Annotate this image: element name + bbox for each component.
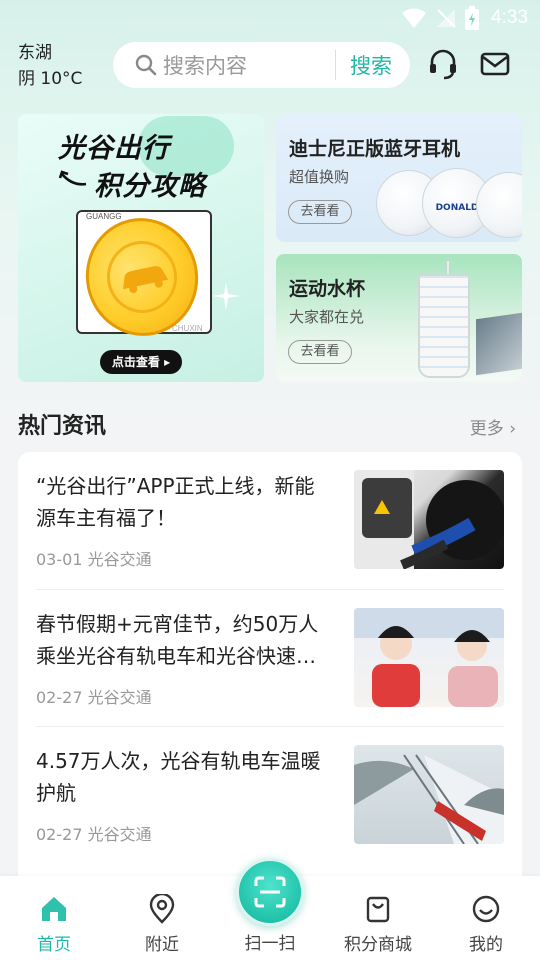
news-meta: 03-01 光谷交通 — [36, 550, 152, 569]
wifi-icon — [402, 8, 427, 28]
news-thumbnail-ev-charging — [354, 470, 504, 569]
scan-button[interactable] — [236, 858, 304, 926]
search-button[interactable]: 搜索 — [336, 50, 410, 80]
scan-label[interactable]: 扫一扫 — [226, 929, 314, 954]
nav-label: 积分商城 — [344, 935, 412, 955]
promo-title: 运动水杯 — [289, 278, 366, 300]
smile-icon — [472, 895, 500, 923]
nav-item-mine[interactable]: 我的 — [441, 894, 531, 955]
view-details-button[interactable]: 点击查看 ▸ — [100, 350, 182, 374]
nav-label: 我的 — [469, 935, 503, 955]
scan-icon — [254, 876, 286, 908]
arrow-icon — [58, 170, 87, 186]
news-title: 春节假期+元宵佳节，约50万人乘坐光谷有轨电车和光谷快速公交 — [36, 612, 319, 668]
points-guide-banner[interactable]: 光谷出行 积分攻略 GUANGG CHUXIN 点击查看 ▸ — [18, 114, 264, 382]
promo-title: 迪士尼正版蓝牙耳机 — [289, 138, 461, 160]
promo-go-button[interactable]: 去看看 — [288, 340, 352, 364]
nav-label: 附近 — [145, 935, 179, 955]
news-item[interactable]: 4.57万人次，光谷有轨电车温暖护航 02-27 光谷交通 — [36, 726, 504, 862]
weather-text: 阴 10°C — [18, 69, 83, 89]
home-icon — [42, 897, 66, 921]
nav-item-points-mall[interactable]: 积分商城 — [333, 894, 423, 955]
hot-news-title: 热门资讯 — [18, 414, 107, 439]
news-item[interactable]: “光谷出行”APP正式上线，新能源车主有福了！ 03-01 光谷交通 — [36, 452, 504, 588]
card-tag: GUANGG — [86, 212, 122, 221]
book-image — [476, 312, 522, 376]
status-bar: 4:33 — [0, 0, 540, 36]
promo-go-button[interactable]: 去看看 — [288, 200, 352, 224]
nav-item-home[interactable]: 首页 — [9, 894, 99, 955]
customer-service-headset-icon[interactable] — [427, 48, 459, 80]
nav-label: 首页 — [37, 935, 71, 955]
banner-title-line2: 积分攻略 — [94, 171, 206, 202]
location-weather[interactable]: 东湖 阴 10°C — [18, 40, 82, 92]
more-link[interactable]: 更多 › — [470, 414, 516, 439]
sparkle-icon — [212, 282, 240, 310]
mail-icon[interactable] — [479, 48, 511, 80]
news-thumbnail-tram-snow — [354, 745, 504, 844]
news-item[interactable]: 春节假期+元宵佳节，约50万人乘坐光谷有轨电车和光谷快速公交 02-27 光谷交… — [36, 589, 504, 725]
news-title: 4.57万人次，光谷有轨电车温暖护航 — [36, 749, 321, 805]
promo-card-earphones[interactable]: 迪士尼正版蓝牙耳机 超值换购 去看看 DONALD — [276, 114, 522, 242]
news-meta: 02-27 光谷交通 — [36, 688, 152, 707]
news-list: “光谷出行”APP正式上线，新能源车主有福了！ 03-01 光谷交通 春节假期+… — [18, 452, 522, 892]
search-bar[interactable]: 搜索内容 搜索 — [113, 42, 410, 88]
status-time: 4:33 — [491, 7, 528, 28]
location-pin-icon — [149, 894, 175, 924]
header: 东湖 阴 10°C 搜索内容 搜索 — [0, 36, 540, 98]
battery-icon — [465, 6, 480, 30]
location-city: 东湖 — [18, 43, 52, 63]
news-title: “光谷出行”APP正式上线，新能源车主有福了！ — [36, 474, 315, 530]
nav-item-nearby[interactable]: 附近 — [117, 894, 207, 955]
promo-card-water-cup[interactable]: 运动水杯 大家都在兑 去看看 — [276, 254, 522, 382]
news-thumbnail-festival-women — [354, 608, 504, 707]
water-cup-image — [418, 274, 470, 378]
status-icons: 4:33 — [401, 6, 528, 30]
promo-subtitle: 大家都在兑 — [289, 308, 365, 326]
banner-title-line1: 光谷出行 — [58, 133, 170, 164]
no-signal-icon — [437, 9, 456, 28]
news-meta: 02-27 光谷交通 — [36, 825, 152, 844]
promo-subtitle: 超值换购 — [289, 168, 350, 186]
coin-text: CHUXIN — [172, 324, 203, 333]
search-icon — [135, 54, 157, 76]
search-input[interactable]: 搜索内容 — [163, 50, 335, 80]
shopping-bag-icon — [366, 896, 390, 923]
